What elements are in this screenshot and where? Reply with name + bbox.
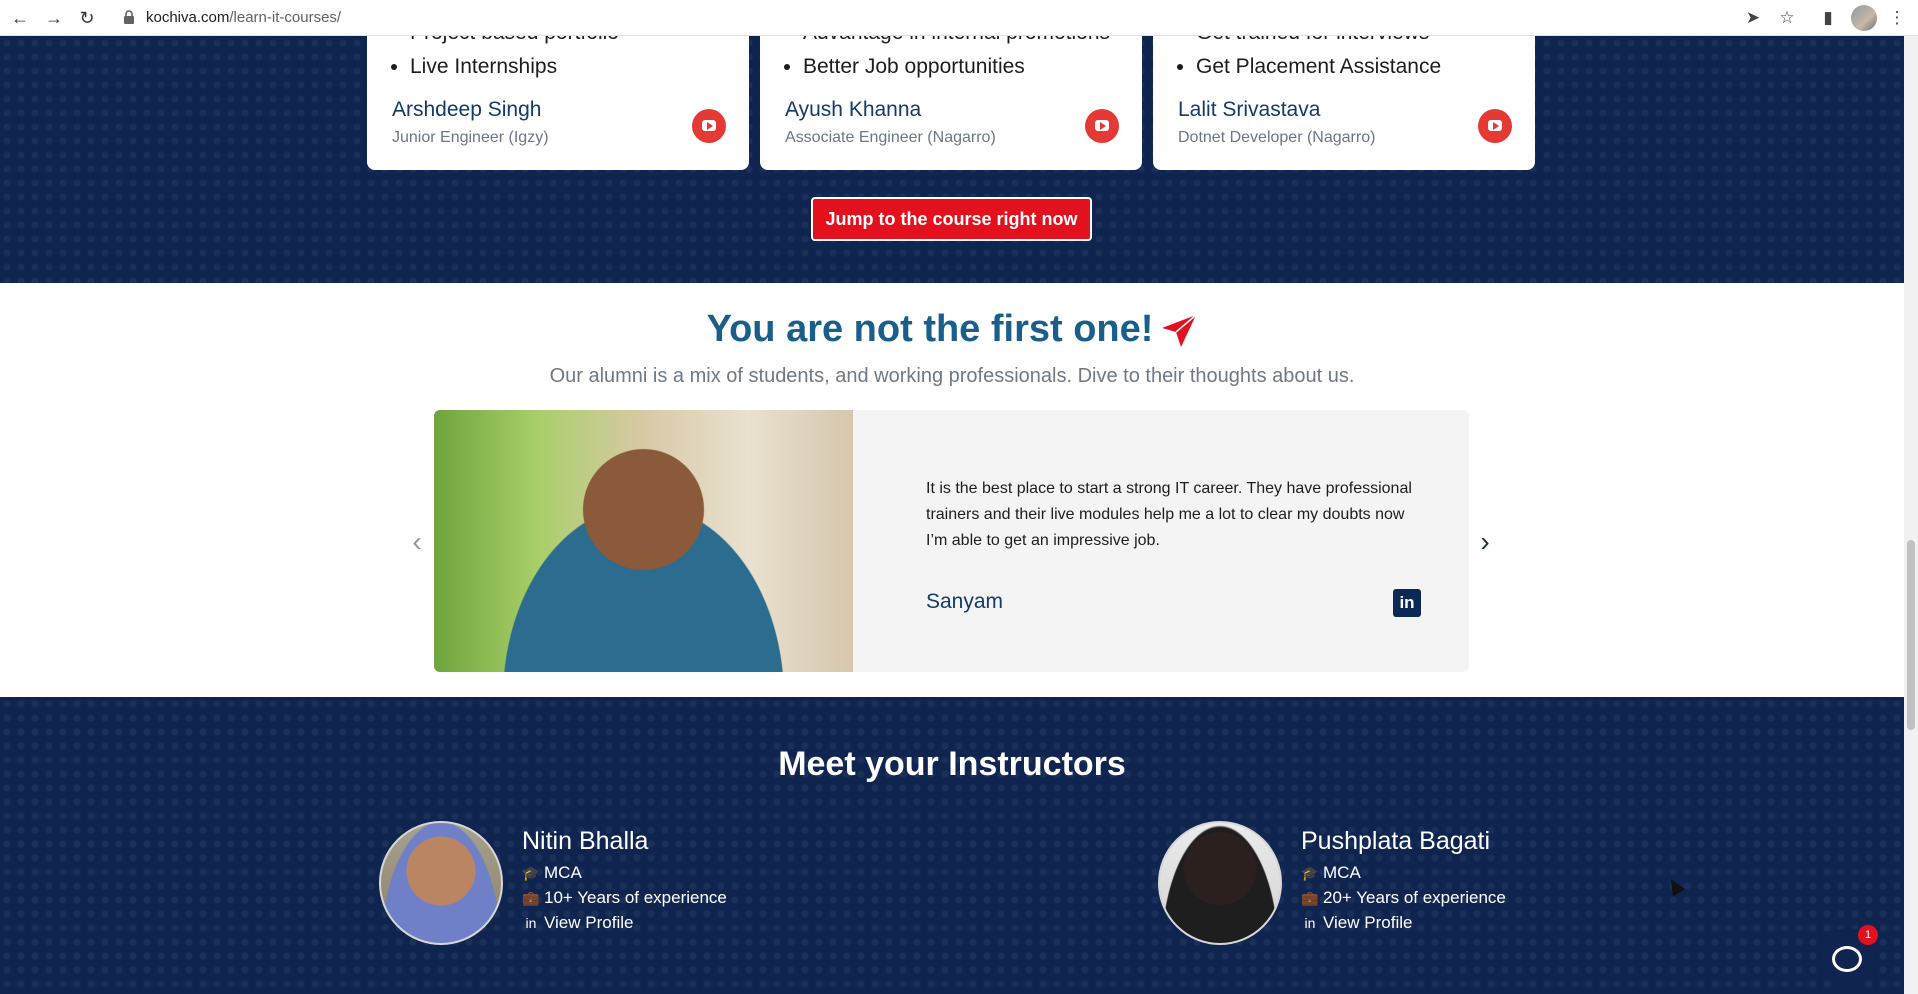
instructor-degree: 🎓 MCA (1301, 863, 1361, 882)
forward-arrow-icon[interactable]: → (42, 6, 66, 30)
benefit-item: Advantage in internal promotions (803, 36, 1110, 50)
view-profile-link[interactable]: in View Profile (1301, 913, 1413, 933)
card-name: Ayush Khanna (785, 98, 922, 121)
instructor-degree: 🎓 MCA (522, 863, 582, 882)
chat-bubble-icon (1832, 946, 1862, 972)
jump-to-course-button[interactable]: Jump to the course right now (811, 197, 1092, 241)
card-role: Dotnet Developer (Nagarro) (1178, 129, 1376, 146)
carousel-next-button[interactable]: › (1470, 527, 1500, 557)
instructors-heading: Meet your Instructors (778, 745, 1126, 783)
reload-icon[interactable]: ↻ (75, 6, 99, 30)
story-card: Advantage in internal promotionsBetter J… (760, 36, 1142, 170)
card-name: Arshdeep Singh (392, 98, 542, 121)
scrollbar-thumb[interactable] (1907, 540, 1915, 730)
youtube-icon[interactable] (692, 109, 726, 143)
linkedin-icon: in (1304, 915, 1316, 931)
chat-notification-badge: 1 (1858, 925, 1878, 945)
graduation-cap-icon: 🎓 (522, 865, 540, 881)
benefit-item: Get trained for interviews (1196, 36, 1441, 50)
graduation-cap-icon: 🎓 (1301, 865, 1319, 881)
card-name: Lalit Srivastava (1178, 98, 1321, 121)
sidebar-icon[interactable]: ▮ (1816, 6, 1840, 30)
star-icon[interactable]: ☆ (1775, 6, 1799, 30)
youtube-icon[interactable] (1478, 109, 1512, 143)
profile-avatar[interactable] (1851, 5, 1877, 31)
benefit-item: Better Job opportunities (803, 50, 1110, 84)
linkedin-icon[interactable]: in (1393, 589, 1421, 617)
youtube-icon[interactable] (1085, 109, 1119, 143)
testimonial-card: It is the best place to start a strong I… (434, 410, 1469, 672)
instructor-photo (1158, 821, 1282, 945)
instructor-experience: 💼 10+ Years of experience (522, 888, 727, 907)
card-role: Associate Engineer (Nagarro) (785, 129, 996, 146)
linkedin-icon: in (525, 915, 537, 931)
carousel-prev-button[interactable]: ‹ (402, 527, 432, 557)
instructor-photo (379, 821, 503, 945)
testimonial-quote: It is the best place to start a strong I… (926, 480, 1412, 549)
instructors-section: Meet your Instructors Nitin Bhalla 🎓 MCA … (0, 697, 1904, 994)
back-arrow-icon[interactable]: ← (8, 6, 32, 30)
address-bar[interactable]: kochiva.com/learn-it-courses/ (146, 8, 341, 28)
benefit-item: Live Internships (410, 50, 619, 84)
paper-plane-icon (1162, 314, 1197, 347)
view-profile-link[interactable]: in View Profile (522, 913, 634, 933)
benefit-item: Project based portfolio (410, 36, 619, 50)
testimonials-section: You are not the first one! Our alumni is… (0, 283, 1904, 697)
instructor-name: Nitin Bhalla (522, 827, 649, 855)
page-scrollbar[interactable] (1904, 36, 1918, 994)
testimonial-name: Sanyam (926, 590, 1004, 613)
testimonials-subtitle: Our alumni is a mix of students, and wor… (549, 365, 1355, 387)
success-stories-section: Project based portfolioLive Internships … (0, 36, 1904, 283)
testimonials-heading: You are not the first one! (0, 305, 1904, 353)
briefcase-icon: 💼 (522, 890, 540, 906)
menu-kebab-icon[interactable]: ⋮ (1885, 6, 1909, 30)
student-photo (434, 410, 853, 672)
card-role: Junior Engineer (Igzy) (392, 129, 549, 146)
story-card: Get trained for interviewsGet Placement … (1153, 36, 1535, 170)
send-icon[interactable]: ➤ (1741, 6, 1765, 30)
story-card: Project based portfolioLive Internships … (367, 36, 749, 170)
briefcase-icon: 💼 (1301, 890, 1319, 906)
instructor-experience: 💼 20+ Years of experience (1301, 888, 1506, 907)
instructor-name: Pushplata Bagati (1301, 827, 1491, 855)
benefit-item: Get Placement Assistance (1196, 50, 1441, 84)
browser-toolbar: ← → ↻ kochiva.com/learn-it-courses/ ➤ ☆ … (0, 0, 1918, 36)
lock-icon (124, 10, 134, 24)
